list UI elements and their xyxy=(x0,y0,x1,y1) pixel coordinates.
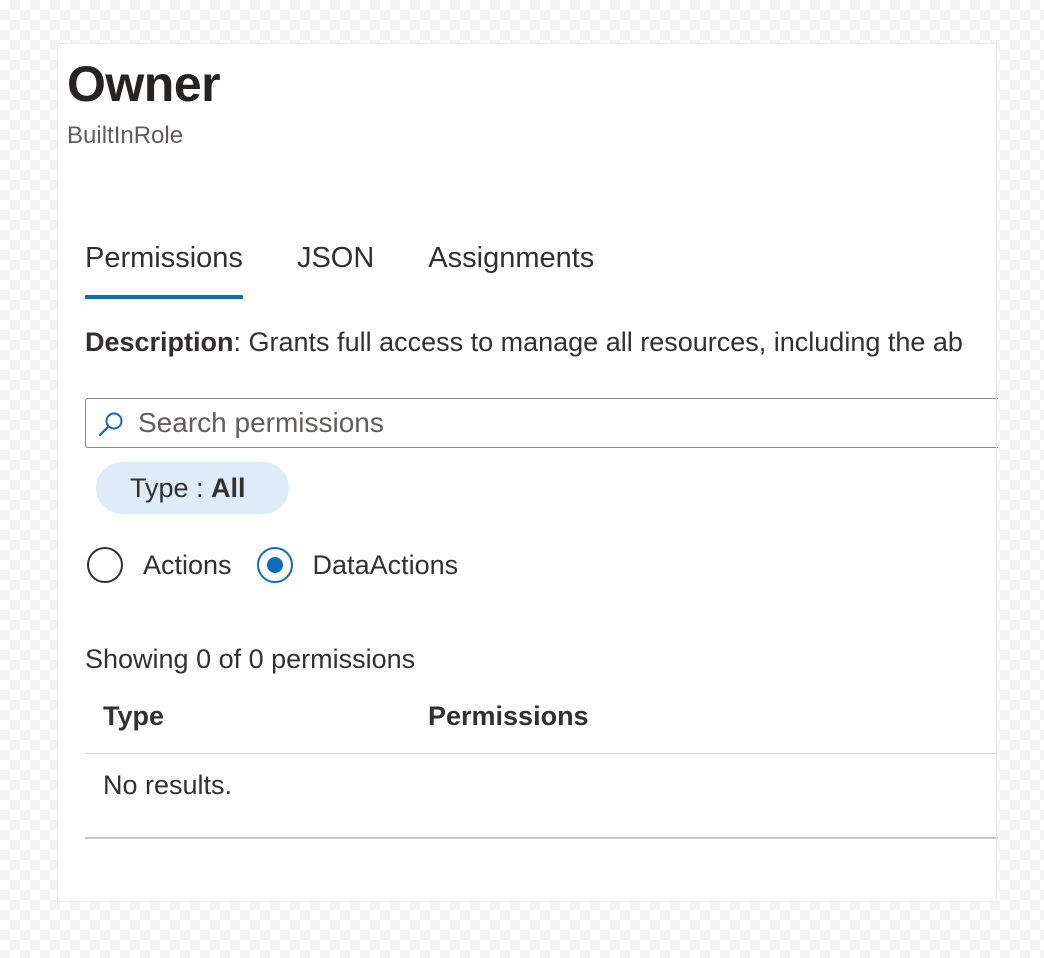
table-body: No results. xyxy=(85,754,998,839)
permissions-table: Type Permissions No results. xyxy=(85,692,998,839)
no-results-message: No results. xyxy=(103,770,233,800)
radio-actions[interactable]: Actions xyxy=(87,547,232,583)
tab-bar: Permissions JSON Assignments xyxy=(85,239,648,299)
filter-value: All xyxy=(211,472,246,503)
radio-dataactions[interactable]: DataActions xyxy=(256,547,459,583)
permission-kind-radio-group: Actions DataActions xyxy=(87,547,483,583)
description-text: : Grants full access to manage all resou… xyxy=(233,327,963,357)
filter-label: Type : xyxy=(130,472,212,503)
search-input[interactable] xyxy=(138,399,998,447)
radio-actions-label: Actions xyxy=(143,550,232,580)
tab-permissions[interactable]: Permissions xyxy=(85,239,243,299)
panel-edge xyxy=(996,43,997,900)
radio-dataactions-circle[interactable] xyxy=(256,547,293,583)
column-header-type[interactable]: Type xyxy=(103,698,164,734)
role-description: Description: Grants full access to manag… xyxy=(85,324,963,360)
table-header: Type Permissions xyxy=(85,692,998,754)
radio-dataactions-label: DataActions xyxy=(312,550,459,580)
results-summary: Showing 0 of 0 permissions xyxy=(85,644,416,674)
column-header-permissions[interactable]: Permissions xyxy=(428,698,589,734)
tab-json[interactable]: JSON xyxy=(297,239,374,299)
radio-actions-circle[interactable] xyxy=(87,547,123,583)
search-box[interactable] xyxy=(85,398,998,448)
tab-assignments[interactable]: Assignments xyxy=(428,239,594,299)
search-icon xyxy=(98,411,124,437)
page-title: Owner xyxy=(67,56,221,112)
type-filter-pill[interactable]: Type : All xyxy=(96,462,289,514)
page-subtitle: BuiltInRole xyxy=(67,122,184,149)
role-details-panel: Owner BuiltInRole Permissions JSON Assig… xyxy=(57,43,998,902)
description-label: Description xyxy=(85,327,234,357)
